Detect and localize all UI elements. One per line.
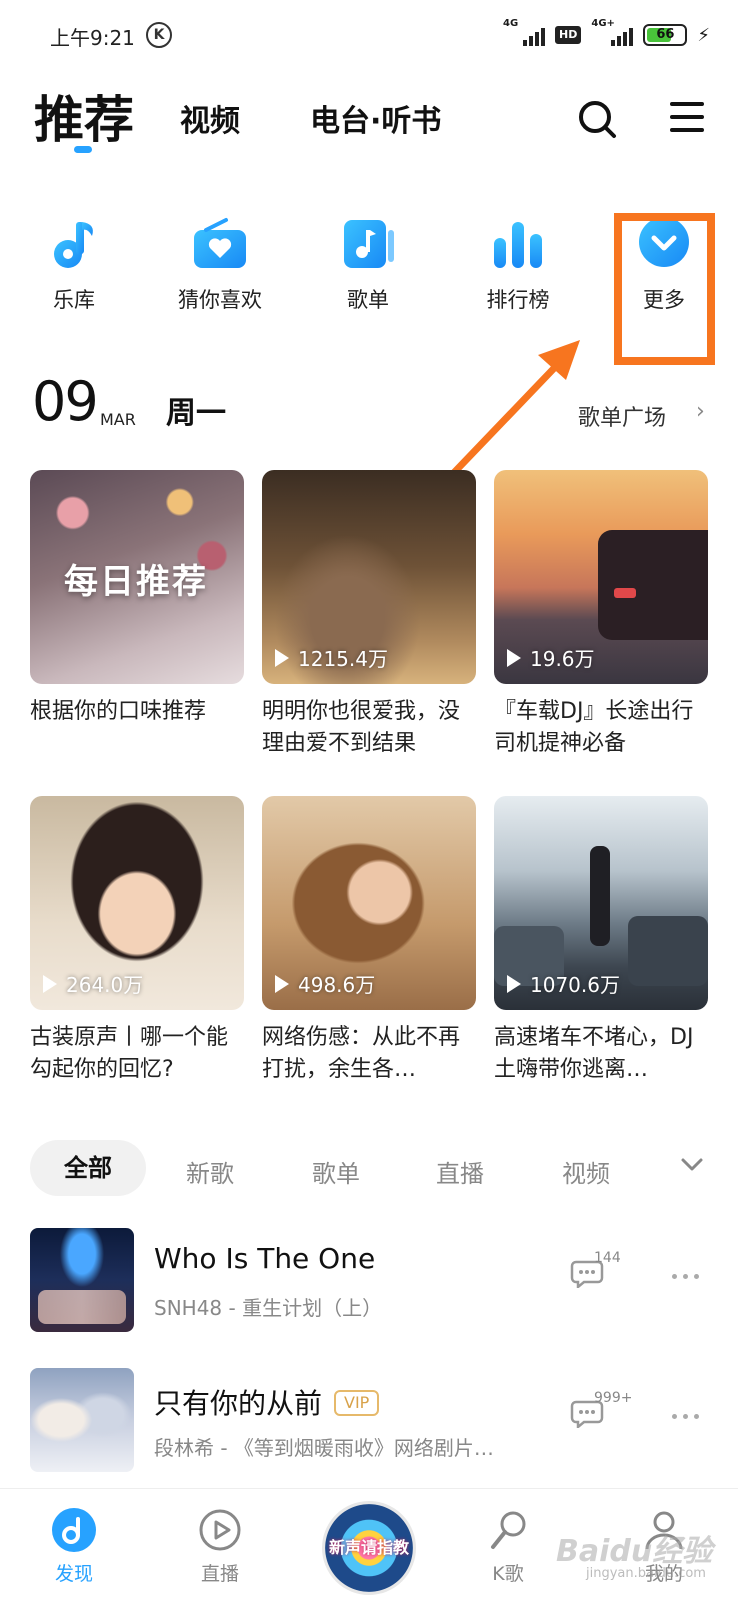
k-app-icon: K [146, 22, 172, 48]
shortcut-guess-you-like[interactable]: 猜你喜欢 [160, 216, 280, 314]
filter-tab-all[interactable]: 全部 [30, 1140, 146, 1196]
baidu-watermark: Baidu经验 [556, 1534, 713, 1569]
song-row[interactable]: Who Is The One SNH48 - 重生计划（上） 144 [0, 1228, 738, 1332]
more-options-icon[interactable] [672, 1274, 699, 1279]
search-icon[interactable] [576, 98, 620, 142]
status-indicators: 4G HD 4G+ 66 ⚡ [503, 18, 710, 48]
comment-count: 999+ [594, 1390, 633, 1406]
card-title: 古装原声丨哪一个能勾起你的回忆? [30, 1025, 229, 1082]
signal-4g-plus-icon: 4G+ [591, 18, 634, 46]
nav-discover[interactable]: 发现 [24, 1507, 124, 1586]
card-title: 『车载DJ』长途出行司机提神必备 [494, 699, 694, 756]
play-count: 264.0万 [42, 969, 143, 998]
play-icon [506, 974, 522, 993]
battery-icon: 66 [643, 24, 688, 46]
shortcut-charts[interactable]: 排行榜 [458, 216, 578, 314]
play-icon [42, 974, 58, 993]
annotation-highlight-box [614, 213, 715, 365]
comment-count: 144 [594, 1250, 621, 1266]
play-count: 1070.6万 [506, 969, 620, 998]
chevron-down-icon[interactable] [678, 1150, 706, 1178]
filter-tab-live[interactable]: 直播 [436, 1154, 484, 1189]
play-count: 498.6万 [274, 969, 375, 998]
playlist-card[interactable]: 1215.4万 明明你也很爱我，没理由爱不到结果 [262, 470, 476, 760]
active-tab-indicator [74, 146, 92, 153]
filter-tab-playlists[interactable]: 歌单 [312, 1154, 360, 1189]
status-time: 上午9:21 [50, 26, 135, 50]
music-note-icon [46, 216, 102, 272]
playlist-card[interactable]: 264.0万 古装原声丨哪一个能勾起你的回忆? [30, 796, 244, 1086]
tab-recommend[interactable]: 推荐 [34, 80, 134, 152]
playlist-card[interactable]: 19.6万 『车载DJ』长途出行司机提神必备 [494, 470, 708, 760]
song-artist-album: SNH48 - 重生计划（上） [154, 1296, 383, 1320]
date-row: 09 MAR 周一 歌单广场 › [0, 370, 738, 440]
card-title: 明明你也很爱我，没理由爱不到结果 [262, 699, 461, 756]
play-icon [506, 648, 522, 667]
hd-icon: HD [555, 26, 582, 44]
date-month: MAR [100, 410, 136, 429]
feed-filter-tabs: 全部 新歌 歌单 直播 视频 [0, 1140, 738, 1196]
playlist-card[interactable]: 1070.6万 高速堵车不堵心，DJ土嗨带你逃离… [494, 796, 708, 1086]
card-cover-image: 1215.4万 [262, 470, 476, 684]
signal-4g-icon: 4G [503, 18, 546, 46]
play-count: 19.6万 [506, 643, 595, 672]
bar-chart-icon [490, 216, 546, 272]
more-options-icon[interactable] [672, 1414, 699, 1419]
tab-radio-audiobook[interactable]: 电台·听书 [310, 96, 441, 140]
play-icon [274, 648, 290, 667]
song-artist-album: 段林希 - 《等到烟暖雨收》网络剧片… [154, 1436, 494, 1460]
song-cover-image [30, 1368, 134, 1472]
charging-icon: ⚡ [697, 24, 710, 46]
date-weekday: 周一 [166, 396, 226, 431]
menu-icon[interactable] [670, 102, 704, 136]
card-title: 网络伤感：从此不再打扰，余生各… [262, 1025, 461, 1082]
song-title: Who Is The One [154, 1242, 376, 1275]
tab-video[interactable]: 视频 [180, 96, 240, 140]
status-bar: 上午9:21 K 4G HD 4G+ 66 ⚡ [0, 0, 738, 70]
filter-tab-new-songs[interactable]: 新歌 [186, 1154, 234, 1189]
daily-recommend-label: 每日推荐 [64, 562, 208, 602]
top-nav: 推荐 视频 电台·听书 [0, 80, 738, 160]
shortcut-playlists[interactable]: 歌单 [308, 216, 428, 314]
microphone-icon [485, 1507, 531, 1553]
nav-karaoke[interactable]: K歌 [458, 1507, 558, 1586]
discover-icon [51, 1507, 97, 1553]
card-title: 高速堵车不堵心，DJ土嗨带你逃离… [494, 1025, 694, 1082]
play-icon [274, 974, 290, 993]
playlist-icon [340, 216, 396, 272]
playlist-card-daily[interactable]: 每日推荐 根据你的口味推荐 [30, 470, 244, 728]
vip-badge: VIP [334, 1390, 380, 1416]
song-row[interactable]: 只有你的从前 VIP 段林希 - 《等到烟暖雨收》网络剧片… 999+ [0, 1368, 738, 1472]
date-day: 09 [32, 370, 99, 433]
song-cover-image [30, 1228, 134, 1332]
heart-radio-icon [192, 216, 248, 272]
song-title: 只有你的从前 VIP [154, 1382, 380, 1422]
card-cover-image: 1070.6万 [494, 796, 708, 1010]
chevron-right-icon[interactable]: › [696, 399, 705, 424]
card-cover-image: 264.0万 [30, 796, 244, 1010]
center-promo-disc[interactable]: 新声请指教 [322, 1501, 416, 1595]
nav-live[interactable]: 直播 [170, 1507, 270, 1586]
card-cover-image: 每日推荐 [30, 470, 244, 684]
shortcut-music-library[interactable]: 乐库 [14, 216, 134, 314]
card-cover-image: 19.6万 [494, 470, 708, 684]
filter-tab-video[interactable]: 视频 [562, 1154, 610, 1189]
card-title: 根据你的口味推荐 [30, 699, 207, 724]
playlist-card[interactable]: 498.6万 网络伤感：从此不再打扰，余生各… [262, 796, 476, 1086]
card-cover-image: 498.6万 [262, 796, 476, 1010]
live-play-icon [197, 1507, 243, 1553]
baidu-watermark-url: jingyan.baidu.com [586, 1566, 706, 1581]
play-count: 1215.4万 [274, 643, 388, 672]
playlist-plaza-link[interactable]: 歌单广场 [578, 400, 666, 432]
